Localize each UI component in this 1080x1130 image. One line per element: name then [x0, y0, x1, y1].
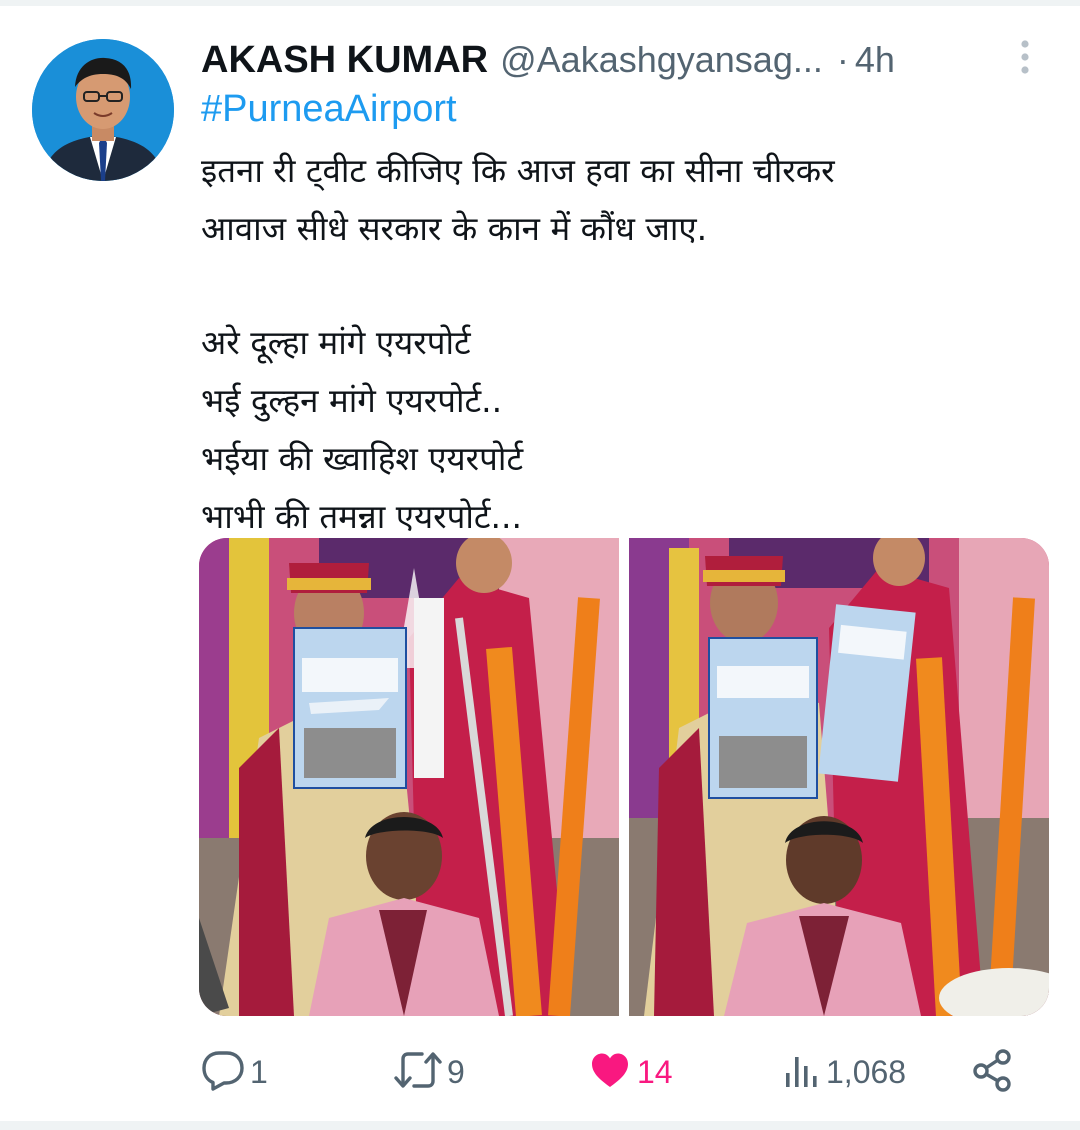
author-avatar[interactable]	[32, 39, 174, 181]
tweet-text-line: भई दुल्हन मांगे एयरपोर्ट..	[201, 381, 503, 420]
tweet-text-line: आवाज सीधे सरकार के कान में कौंध जाए.	[201, 209, 708, 248]
tweet-text-line: अरे दूल्हा मांगे एयरपोर्ट	[201, 323, 471, 362]
author-name[interactable]: AKASH KUMAR	[201, 39, 488, 82]
more-vertical-icon[interactable]	[1010, 38, 1040, 78]
reply-icon	[200, 1047, 246, 1097]
tweet-text-line: भईया की ख्वाहिश एयरपोर्ट	[201, 439, 524, 478]
media-photo-1[interactable]	[199, 538, 619, 1016]
time-separator: ·	[836, 39, 849, 80]
views-icon	[782, 1049, 822, 1095]
top-divider	[0, 0, 1080, 6]
reply-button[interactable]: 1	[200, 1040, 268, 1104]
views-count: 1,068	[826, 1053, 907, 1090]
like-button[interactable]: 14	[589, 1040, 673, 1104]
tweet-text: इतना री ट्वीट कीजिए कि आज हवा का सीना ची…	[201, 142, 1021, 546]
share-button[interactable]	[970, 1040, 1016, 1104]
media-photo-2[interactable]	[629, 538, 1049, 1016]
tweet-actions: 1 9 14 1,068	[0, 1040, 1080, 1104]
reply-count: 1	[250, 1053, 268, 1090]
tweet-text-line: इतना री ट्वीट कीजिए कि आज हवा का सीना ची…	[201, 151, 835, 190]
like-count: 14	[637, 1053, 673, 1090]
tweet-header: AKASH KUMAR @Aakashgyansag... · 4h	[201, 36, 1001, 84]
bottom-divider	[0, 1121, 1080, 1130]
author-handle[interactable]: @Aakashgyansag...	[500, 39, 823, 81]
views-button[interactable]: 1,068	[782, 1040, 906, 1104]
share-icon	[970, 1047, 1016, 1097]
retweet-button[interactable]: 9	[393, 1040, 465, 1104]
hashtag-link[interactable]: #PurneaAirport	[201, 88, 457, 131]
retweet-icon	[393, 1047, 443, 1097]
heart-icon	[589, 1049, 631, 1095]
tweet-time[interactable]: 4h	[855, 39, 895, 81]
tweet-media	[199, 538, 1049, 1016]
retweet-count: 9	[447, 1053, 465, 1090]
